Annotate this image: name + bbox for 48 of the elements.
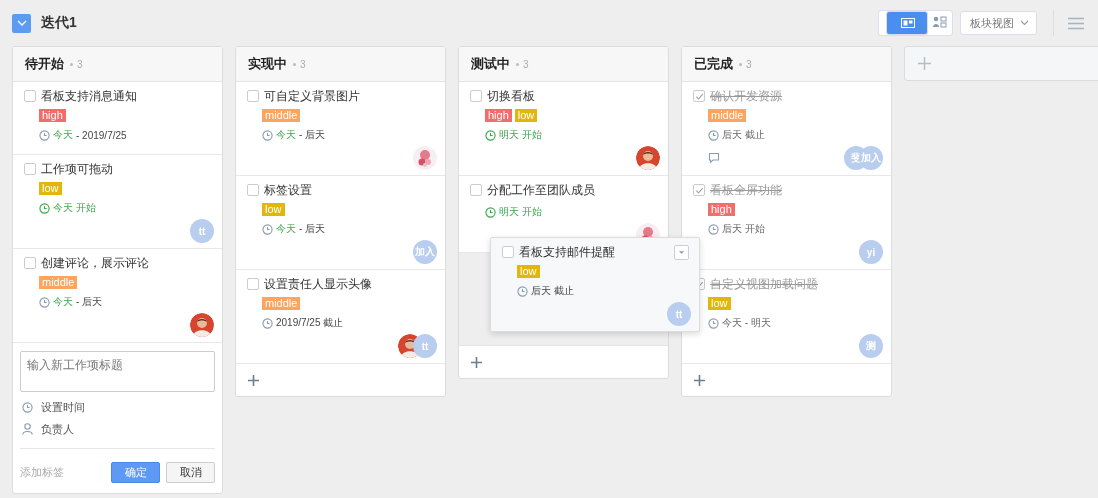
priority-tag: middle — [262, 109, 301, 122]
date-text: 今天 — [276, 222, 296, 236]
date-text: 明天 开始 — [499, 205, 542, 219]
date-text: 今天 — [53, 295, 73, 309]
date-text: - 后天 — [299, 128, 326, 142]
priority-tag: low — [517, 265, 540, 278]
date-text: - 2019/7/25 — [76, 129, 127, 141]
task-title: 分配工作至团队成员 — [487, 181, 596, 199]
date-text: 2019/7/25 截止 — [276, 316, 344, 330]
task-title: 确认开发资源 — [710, 87, 783, 105]
task-title: 创建评论，展示评论 — [41, 254, 150, 272]
date-text: 明天 开始 — [499, 128, 542, 142]
task-title: 看板全屏功能 — [710, 181, 783, 199]
date-text: 今天 — [276, 128, 296, 142]
task-title: 看板支持消息通知 — [41, 87, 138, 105]
date-text: 后天 截止 — [531, 284, 574, 298]
date-text: 今天 开始 — [53, 201, 96, 215]
task-title: 可自定义背景图片 — [264, 87, 361, 105]
item-count: 3 — [77, 58, 83, 70]
priority-tag: low — [514, 109, 538, 122]
date-text: 后天 截止 — [722, 128, 765, 142]
task-title: 工作项可拖动 — [41, 160, 114, 178]
task-title: 标签设置 — [264, 181, 313, 199]
priority-tag: low — [39, 182, 62, 195]
priority-tag: middle — [39, 276, 78, 289]
priority-tag: low — [708, 297, 731, 310]
task-title: 自定义视图加载问题 — [710, 275, 819, 293]
date-text: 今天 - 明天 — [722, 316, 771, 330]
column-title: 待开始 — [25, 55, 64, 73]
column-title: 实现中 — [248, 55, 287, 73]
date-text: - 后天 — [299, 222, 326, 236]
priority-tag: high — [708, 203, 735, 216]
task-title: 切换看板 — [487, 87, 536, 105]
priority-tag: middle — [262, 297, 301, 310]
priority-tag: high — [39, 109, 66, 122]
item-count: 3 — [300, 58, 306, 70]
column-title: 已完成 — [694, 55, 733, 73]
iteration-title: 迭代1 — [41, 14, 77, 32]
item-count: 3 — [523, 58, 529, 70]
item-count: 3 — [746, 58, 752, 70]
column-title: 测试中 — [471, 55, 510, 73]
priority-tag: middle — [708, 109, 747, 122]
priority-tag: low — [262, 203, 285, 216]
date-text: - 后天 — [76, 295, 103, 309]
priority-tag: high — [485, 109, 512, 122]
task-title: 设置责任人显示头像 — [264, 275, 373, 293]
date-text: 后天 开始 — [722, 222, 765, 236]
date-text: 今天 — [53, 128, 73, 142]
